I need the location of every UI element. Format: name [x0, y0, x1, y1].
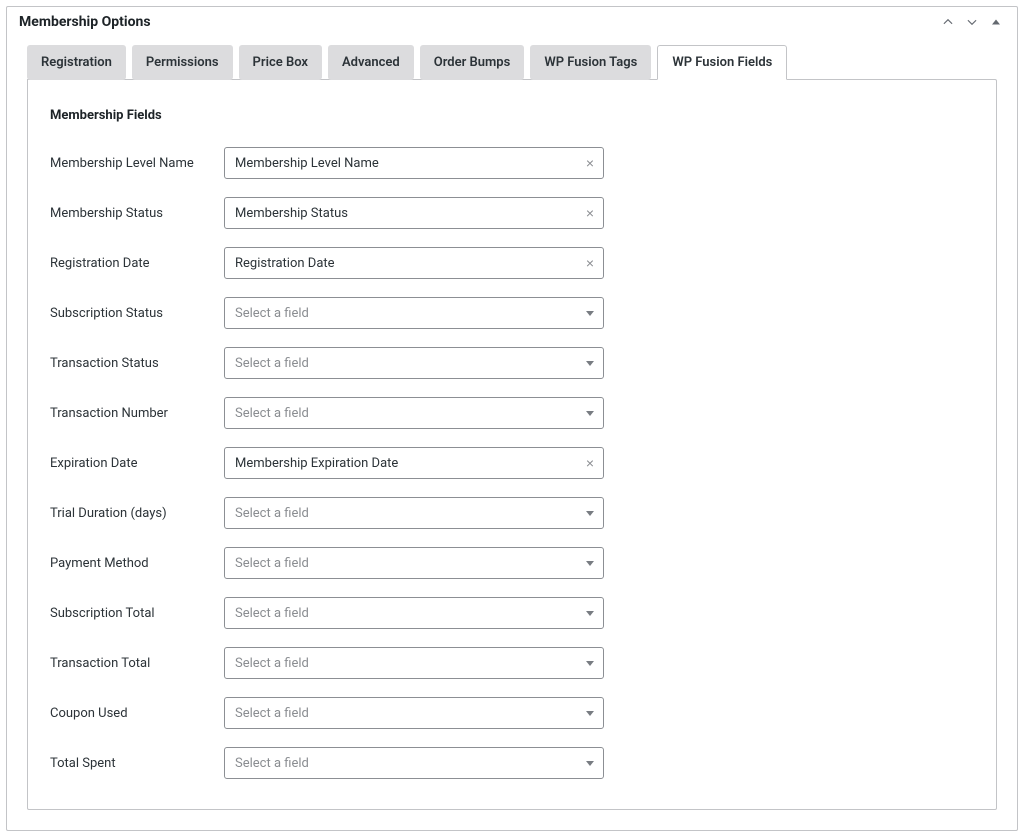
tab-advanced[interactable]: Advanced [328, 45, 414, 80]
tab-price-box[interactable]: Price Box [239, 45, 322, 80]
select-transaction-total[interactable]: Select a field [224, 647, 604, 679]
field-row: Transaction Total Select a field [50, 647, 974, 679]
field-label: Payment Method [50, 556, 224, 571]
select-placeholder: Select a field [225, 406, 577, 421]
field-label: Subscription Status [50, 306, 224, 321]
select-placeholder: Select a field [225, 506, 577, 521]
select-subscription-total[interactable]: Select a field [224, 597, 604, 629]
field-row: Payment Method Select a field [50, 547, 974, 579]
tab-panel-wp-fusion-fields: Membership Fields Membership Level Name … [27, 79, 997, 810]
select-value: Registration Date [225, 256, 577, 271]
field-row: Subscription Total Select a field [50, 597, 974, 629]
field-label: Membership Level Name [50, 156, 224, 171]
field-label: Transaction Number [50, 406, 224, 421]
chevron-down-icon[interactable] [577, 711, 603, 716]
move-down-icon[interactable] [963, 13, 981, 31]
field-label: Trial Duration (days) [50, 506, 224, 521]
select-placeholder: Select a field [225, 706, 577, 721]
chevron-down-icon[interactable] [577, 611, 603, 616]
select-expiration-date[interactable]: Membership Expiration Date × [224, 447, 604, 479]
tab-wp-fusion-tags[interactable]: WP Fusion Tags [530, 45, 651, 80]
clear-icon[interactable]: × [577, 256, 603, 270]
chevron-down-icon[interactable] [577, 761, 603, 766]
chevron-down-icon[interactable] [577, 661, 603, 666]
metabox-body: Registration Permissions Price Box Advan… [7, 45, 1017, 830]
select-membership-status[interactable]: Membership Status × [224, 197, 604, 229]
metabox-title: Membership Options [19, 14, 151, 30]
membership-options-metabox: Membership Options Registration Permissi… [6, 6, 1018, 831]
field-row: Membership Status Membership Status × [50, 197, 974, 229]
tab-order-bumps[interactable]: Order Bumps [420, 45, 525, 80]
select-trial-duration[interactable]: Select a field [224, 497, 604, 529]
clear-icon[interactable]: × [577, 456, 603, 470]
field-label: Membership Status [50, 206, 224, 221]
field-row: Total Spent Select a field [50, 747, 974, 779]
section-title-membership-fields: Membership Fields [50, 108, 974, 123]
field-label: Subscription Total [50, 606, 224, 621]
field-row: Transaction Status Select a field [50, 347, 974, 379]
field-label: Registration Date [50, 256, 224, 271]
field-row: Transaction Number Select a field [50, 397, 974, 429]
field-label: Coupon Used [50, 706, 224, 721]
select-total-spent[interactable]: Select a field [224, 747, 604, 779]
field-row: Registration Date Registration Date × [50, 247, 974, 279]
move-up-icon[interactable] [939, 13, 957, 31]
tab-wp-fusion-fields[interactable]: WP Fusion Fields [657, 45, 787, 80]
select-transaction-number[interactable]: Select a field [224, 397, 604, 429]
select-subscription-status[interactable]: Select a field [224, 297, 604, 329]
select-value: Membership Level Name [225, 156, 577, 171]
clear-icon[interactable]: × [577, 206, 603, 220]
chevron-down-icon[interactable] [577, 311, 603, 316]
select-placeholder: Select a field [225, 306, 577, 321]
field-label: Transaction Total [50, 656, 224, 671]
chevron-down-icon[interactable] [577, 411, 603, 416]
toggle-panel-icon[interactable] [987, 13, 1005, 31]
field-row: Membership Level Name Membership Level N… [50, 147, 974, 179]
chevron-down-icon[interactable] [577, 361, 603, 366]
field-label: Transaction Status [50, 356, 224, 371]
select-placeholder: Select a field [225, 556, 577, 571]
select-transaction-status[interactable]: Select a field [224, 347, 604, 379]
field-label: Expiration Date [50, 456, 224, 471]
field-label: Total Spent [50, 756, 224, 771]
tabs-row: Registration Permissions Price Box Advan… [27, 45, 997, 80]
field-row: Subscription Status Select a field [50, 297, 974, 329]
tab-permissions[interactable]: Permissions [132, 45, 233, 80]
select-coupon-used[interactable]: Select a field [224, 697, 604, 729]
select-placeholder: Select a field [225, 756, 577, 771]
tab-registration[interactable]: Registration [27, 45, 126, 80]
select-membership-level-name[interactable]: Membership Level Name × [224, 147, 604, 179]
field-row: Trial Duration (days) Select a field [50, 497, 974, 529]
select-value: Membership Status [225, 206, 577, 221]
select-payment-method[interactable]: Select a field [224, 547, 604, 579]
select-placeholder: Select a field [225, 606, 577, 621]
chevron-down-icon[interactable] [577, 511, 603, 516]
select-placeholder: Select a field [225, 656, 577, 671]
select-value: Membership Expiration Date [225, 456, 577, 471]
select-placeholder: Select a field [225, 356, 577, 371]
clear-icon[interactable]: × [577, 156, 603, 170]
select-registration-date[interactable]: Registration Date × [224, 247, 604, 279]
chevron-down-icon[interactable] [577, 561, 603, 566]
field-row: Coupon Used Select a field [50, 697, 974, 729]
metabox-header-actions [939, 13, 1005, 31]
metabox-header: Membership Options [7, 7, 1017, 35]
field-row: Expiration Date Membership Expiration Da… [50, 447, 974, 479]
